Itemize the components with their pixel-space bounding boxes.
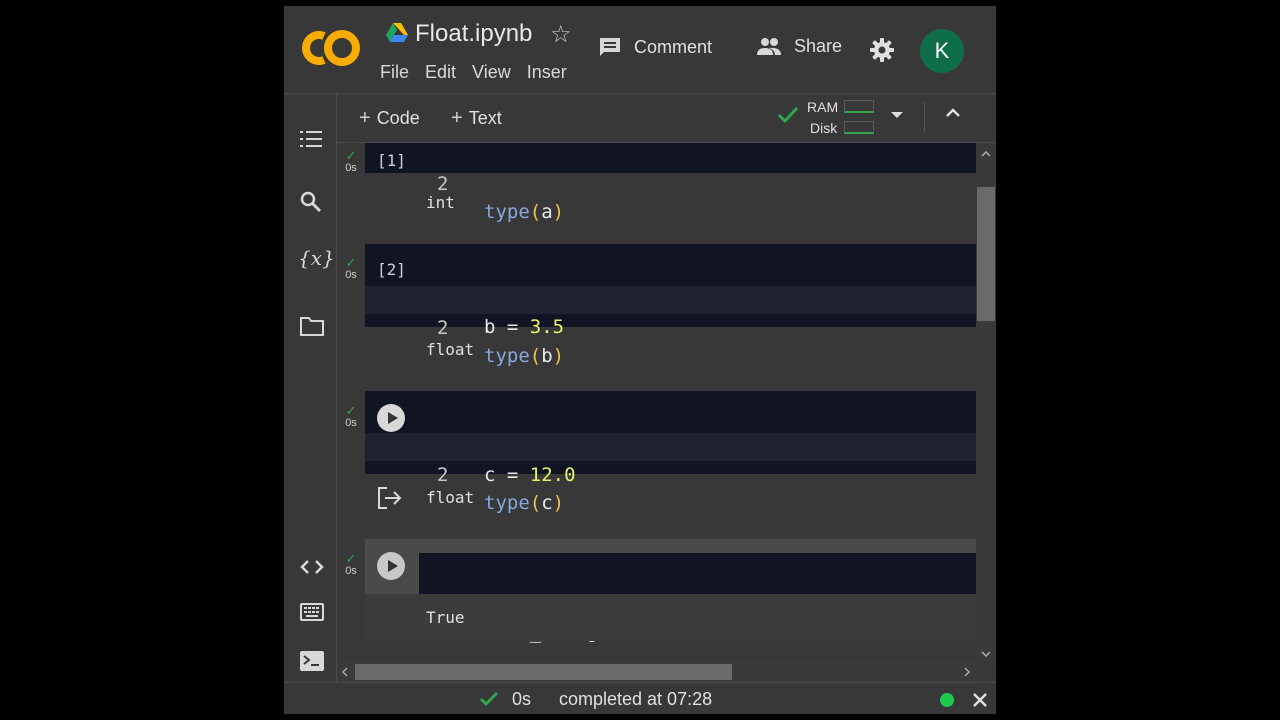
scroll-left-icon[interactable] bbox=[342, 667, 348, 677]
cell-output: True bbox=[426, 608, 465, 627]
avatar[interactable]: K bbox=[920, 29, 964, 73]
share-button[interactable]: Share bbox=[756, 36, 842, 57]
status-bar: 0s completed at 07:28 bbox=[284, 682, 996, 714]
cell-exec-time: 0s bbox=[345, 417, 357, 429]
star-icon[interactable]: ☆ bbox=[550, 20, 572, 49]
add-code-label: Code bbox=[376, 108, 420, 128]
code-line[interactable]: 1 b = 3.5 bbox=[365, 257, 976, 338]
comment-button[interactable]: Comment bbox=[598, 36, 712, 58]
cell-status: ✓ 0s bbox=[343, 149, 359, 174]
code-cell[interactable]: [2] 1 b = 3.5 2 type(b) bbox=[365, 244, 976, 367]
check-icon bbox=[479, 691, 499, 707]
comment-icon bbox=[600, 38, 620, 56]
scroll-up-icon[interactable] bbox=[981, 151, 991, 157]
notebook-title[interactable]: Float.ipynb bbox=[415, 20, 532, 48]
cell-output: int bbox=[426, 193, 455, 212]
code-cell[interactable]: 1 c.is_integer() bbox=[419, 553, 976, 643]
cell-exec-time: 0s bbox=[345, 565, 357, 577]
folder-icon[interactable] bbox=[300, 316, 324, 336]
check-icon: ✓ bbox=[345, 255, 357, 270]
ram-label: RAM bbox=[807, 99, 839, 115]
chevron-down-icon[interactable] bbox=[891, 112, 903, 118]
code-cell[interactable]: 1 c = 12.0 2 type(c) bbox=[365, 391, 976, 514]
comment-label: Comment bbox=[634, 36, 713, 57]
code-line[interactable]: 2 type(b) bbox=[365, 286, 976, 367]
run-cell-button[interactable] bbox=[377, 552, 405, 580]
code-text: c = 12.0 bbox=[484, 464, 576, 486]
vertical-scroll-thumb[interactable] bbox=[977, 187, 995, 321]
menu-insert[interactable]: Inser bbox=[527, 62, 567, 83]
menu-bar: File Edit View Inser bbox=[380, 62, 580, 83]
focused-cell-frame bbox=[365, 539, 976, 553]
code-snippets-icon[interactable] bbox=[300, 559, 324, 575]
share-label: Share bbox=[794, 36, 843, 56]
chevron-up-icon[interactable] bbox=[945, 108, 961, 118]
cell-output: float bbox=[426, 488, 475, 507]
output-actions-icon[interactable] bbox=[377, 486, 403, 510]
command-palette-icon[interactable] bbox=[300, 603, 324, 621]
cell-status: ✓ 0s bbox=[343, 256, 359, 281]
header: Float.ipynb ☆ File Edit View Inser Comme… bbox=[284, 6, 996, 94]
code-text: type(a) bbox=[484, 201, 565, 223]
check-icon: ✓ bbox=[345, 403, 357, 418]
google-drive-icon[interactable] bbox=[386, 23, 408, 43]
code-line[interactable]: 2 type(c) bbox=[365, 433, 976, 514]
toolbar-divider bbox=[924, 102, 925, 132]
code-line[interactable]: 1 c = 12.0 bbox=[365, 405, 976, 486]
disk-label: Disk bbox=[810, 120, 838, 136]
ram-bar bbox=[844, 100, 874, 113]
cell-output: float bbox=[426, 340, 475, 359]
execution-time: 0s bbox=[512, 689, 532, 709]
line-number: 2 bbox=[437, 464, 449, 486]
completion-status: completed at 07:28 bbox=[559, 689, 713, 709]
menu-edit[interactable]: Edit bbox=[425, 62, 456, 83]
add-text-button[interactable]: + Text bbox=[451, 107, 502, 130]
colab-logo[interactable] bbox=[302, 28, 362, 68]
cell-status: ✓ 0s bbox=[343, 552, 359, 577]
horizontal-scroll-thumb[interactable] bbox=[355, 664, 732, 680]
disk-bar bbox=[844, 121, 874, 134]
colab-window: Float.ipynb ☆ File Edit View Inser Comme… bbox=[284, 6, 996, 714]
cell-exec-time: 0s bbox=[345, 162, 357, 174]
notebook-toolbar: + Code + Text RAM Disk bbox=[337, 94, 996, 143]
terminal-icon[interactable] bbox=[300, 651, 324, 671]
menu-file[interactable]: File bbox=[380, 62, 409, 83]
line-number: 2 bbox=[437, 317, 449, 339]
cell-exec-time: 0s bbox=[345, 269, 357, 281]
toc-icon[interactable] bbox=[300, 130, 322, 148]
add-code-button[interactable]: + Code bbox=[359, 107, 420, 130]
scroll-right-icon[interactable] bbox=[964, 667, 970, 677]
add-text-label: Text bbox=[468, 108, 502, 128]
people-icon bbox=[757, 37, 781, 55]
left-sidebar: {𝑥} bbox=[284, 94, 337, 682]
check-icon: ✓ bbox=[345, 148, 357, 163]
horizontal-scrollbar[interactable] bbox=[337, 662, 976, 682]
code-line[interactable]: 1 c.is_integer() bbox=[365, 562, 976, 643]
menu-view[interactable]: View bbox=[472, 62, 511, 83]
plus-icon: + bbox=[359, 107, 371, 129]
notebook-content: ✓ 0s [1] 2 type(a) int ✓ 0s [2] 1 b = 3.… bbox=[337, 143, 976, 662]
code-cell[interactable]: [1] 2 type(a) bbox=[365, 143, 976, 223]
code-line[interactable]: 2 type(a) bbox=[365, 143, 976, 223]
code-text: type(c) bbox=[484, 492, 565, 514]
connection-status-dot bbox=[940, 693, 954, 707]
plus-icon: + bbox=[451, 107, 463, 129]
cell-status: ✓ 0s bbox=[343, 404, 359, 429]
code-text: type(b) bbox=[484, 345, 565, 367]
search-icon[interactable] bbox=[300, 191, 322, 213]
variables-icon[interactable]: {𝑥} bbox=[298, 246, 335, 270]
check-icon: ✓ bbox=[345, 551, 357, 566]
close-icon[interactable] bbox=[973, 693, 987, 707]
scroll-down-icon[interactable] bbox=[981, 651, 991, 657]
gear-icon[interactable] bbox=[869, 37, 895, 63]
connected-check-icon bbox=[777, 106, 799, 124]
vertical-scrollbar[interactable] bbox=[976, 143, 996, 662]
code-text: b = 3.5 bbox=[484, 316, 565, 338]
